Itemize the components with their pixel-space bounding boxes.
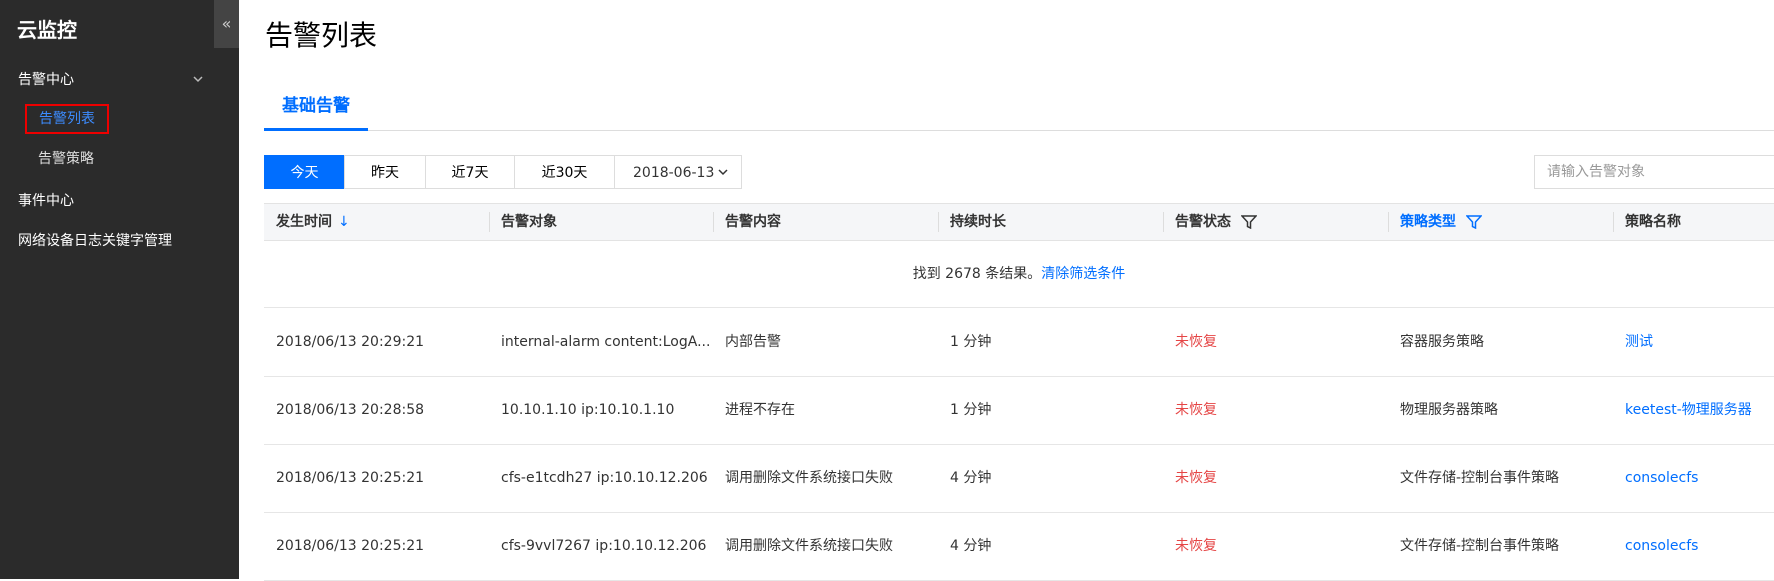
result-count-text: 找到 2678 条结果。 (912, 266, 1042, 282)
sidebar-item-alarm-list[interactable]: 告警列表 (25, 104, 109, 134)
page-title: 告警列表 (265, 19, 378, 52)
filter-icon[interactable] (1465, 215, 1483, 230)
column-header-policy-name: 策略名称 (1613, 204, 1681, 240)
policy-name-link[interactable]: consolecfs (1625, 512, 1698, 580)
cell-time: 2018/06/13 20:29:21 (276, 334, 425, 350)
cell-object: cfs-e1tcdh27 ip:10.10.12.206 (501, 470, 708, 486)
search-input[interactable] (1534, 155, 1774, 189)
nav-group-alarm-center[interactable]: 告警中心 (0, 62, 239, 98)
cell-duration: 1 分钟 (950, 334, 992, 350)
nav-group-label: 网络设备日志关键字管理 (18, 233, 172, 249)
date-value: 2018-06-13 (633, 165, 715, 181)
cell-policy-type: 容器服务策略 (1400, 334, 1484, 350)
cell-time: 2018/06/13 20:25:21 (276, 470, 425, 486)
nav-group-label: 告警中心 (18, 72, 74, 88)
range-yesterday-button[interactable]: 昨天 (344, 155, 426, 189)
cell-object: internal-alarm content:LogA... (501, 334, 711, 350)
column-header-object: 告警对象 (489, 204, 557, 240)
column-label: 告警对象 (501, 214, 557, 230)
app-brand: 云监控 (17, 18, 77, 42)
status-badge: 未恢复 (1175, 538, 1217, 554)
cell-duration: 4 分钟 (950, 470, 992, 486)
column-divider (1613, 212, 1614, 232)
column-label: 持续时长 (950, 214, 1006, 230)
cell-content: 调用删除文件系统接口失败 (725, 470, 893, 486)
cell-content: 进程不存在 (725, 402, 795, 418)
policy-name-link[interactable]: 测试 (1625, 308, 1653, 376)
cell-duration: 1 分钟 (950, 402, 992, 418)
range-today-button[interactable]: 今天 (264, 155, 345, 189)
column-label: 告警内容 (725, 214, 781, 230)
sidebar: 云监控 « 告警中心 告警列表 告警策略 事件中心 网络设备日志关键字管理 (0, 0, 239, 579)
column-divider (938, 212, 939, 232)
cell-object: 10.10.1.10 ip:10.10.1.10 (501, 402, 675, 418)
nav-group-event-center[interactable]: 事件中心 (0, 183, 239, 219)
nav-group-network-log-keywords[interactable]: 网络设备日志关键字管理 (0, 223, 239, 259)
column-divider (713, 212, 714, 232)
column-label: 告警状态 (1175, 214, 1231, 230)
policy-name-link[interactable]: consolecfs (1625, 444, 1698, 512)
cell-content: 调用删除文件系统接口失败 (725, 538, 893, 554)
collapse-sidebar-icon[interactable]: « (214, 0, 239, 48)
status-badge: 未恢复 (1175, 334, 1217, 350)
range-7days-button[interactable]: 近7天 (425, 155, 515, 189)
cell-policy-type: 文件存储-控制台事件策略 (1400, 538, 1560, 554)
column-header-content: 告警内容 (713, 204, 781, 240)
table-row: 2018/06/13 20:25:21 cfs-9vvl7267 ip:10.1… (264, 512, 1774, 581)
cell-object: cfs-9vvl7267 ip:10.10.12.206 (501, 538, 707, 554)
nav-group-label: 事件中心 (18, 193, 74, 209)
tab-basic-alarm[interactable]: 基础告警 (264, 88, 368, 131)
column-label: 策略类型 (1400, 214, 1456, 230)
column-header-duration: 持续时长 (938, 204, 1006, 240)
cell-content: 内部告警 (725, 334, 781, 350)
table-row: 2018/06/13 20:29:21 internal-alarm conte… (264, 308, 1774, 377)
sidebar-item-alarm-policy[interactable]: 告警策略 (38, 144, 94, 174)
column-divider (489, 212, 490, 232)
column-label: 策略名称 (1625, 214, 1681, 230)
tab-bar: 基础告警 (264, 88, 1774, 131)
status-badge: 未恢复 (1175, 470, 1217, 486)
column-header-time[interactable]: 发生时间 ↓ (276, 204, 350, 240)
table-row: 2018/06/13 20:28:58 10.10.1.10 ip:10.10.… (264, 376, 1774, 445)
cell-policy-type: 文件存储-控制台事件策略 (1400, 470, 1560, 486)
policy-name-link[interactable]: keetest-物理服务器 (1625, 376, 1752, 444)
column-divider (1163, 212, 1164, 232)
sort-down-icon[interactable]: ↓ (338, 214, 350, 230)
chevron-down-icon (192, 62, 204, 112)
table-header: 发生时间 ↓ 告警对象 告警内容 持续时长 告警状态 策略类型 策略名称 (264, 203, 1774, 241)
clear-filter-link[interactable]: 清除筛选条件 (1041, 266, 1125, 282)
date-picker[interactable]: 2018-06-13 (614, 155, 742, 189)
cell-policy-type: 物理服务器策略 (1400, 402, 1498, 418)
status-badge: 未恢复 (1175, 402, 1217, 418)
table-row: 2018/06/13 20:25:21 cfs-e1tcdh27 ip:10.1… (264, 444, 1774, 513)
cell-duration: 4 分钟 (950, 538, 992, 554)
result-summary: 找到 2678 条结果。清除筛选条件 (264, 241, 1774, 308)
cell-time: 2018/06/13 20:25:21 (276, 538, 425, 554)
cell-time: 2018/06/13 20:28:58 (276, 402, 425, 418)
column-header-policy-type[interactable]: 策略类型 (1388, 204, 1483, 240)
column-header-status[interactable]: 告警状态 (1163, 204, 1258, 240)
range-30days-button[interactable]: 近30天 (514, 155, 615, 189)
column-label: 发生时间 (276, 214, 332, 230)
filter-icon[interactable] (1240, 215, 1258, 230)
column-divider (1388, 212, 1389, 232)
chevron-down-icon (717, 156, 729, 203)
